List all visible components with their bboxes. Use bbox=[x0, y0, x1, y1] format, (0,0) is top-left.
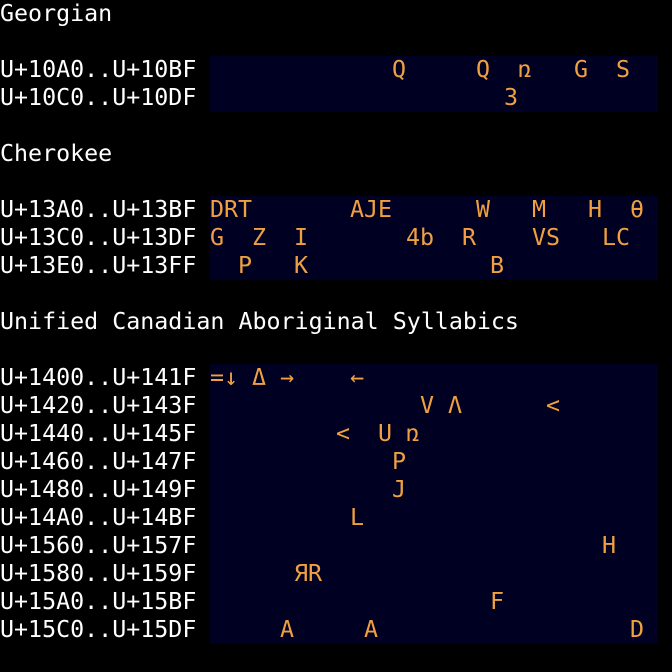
glyph-cell: G bbox=[210, 224, 225, 251]
codepoint-row: U+13E0..U+13FF P K B bbox=[0, 252, 672, 280]
glyph-cells: L bbox=[210, 504, 658, 532]
glyph-cell: Z bbox=[252, 224, 267, 251]
glyph-cells: Q Qռ GS bbox=[210, 56, 658, 84]
glyph-cell: I bbox=[294, 224, 309, 251]
glyph-cell: ← bbox=[350, 364, 365, 391]
codepoint-row: U+13C0..U+13DF G Z I 4 b R V S L C bbox=[0, 224, 672, 252]
codepoint-range-label: U+13C0..U+13DF bbox=[0, 224, 197, 251]
codepoint-range-label: U+1560..U+157F bbox=[0, 532, 197, 559]
codepoint-row: U+1420..U+143F V Λ < bbox=[0, 392, 672, 420]
glyph-cell: = bbox=[210, 364, 225, 391]
glyph-cell: < bbox=[546, 392, 561, 419]
codepoint-row: U+1400..U+141F = ↓ Δ → ← bbox=[0, 364, 672, 392]
glyph-cell: W bbox=[476, 196, 491, 223]
codepoint-range-label: U+10A0..U+10BF bbox=[0, 56, 197, 83]
glyph-cell: H bbox=[588, 196, 603, 223]
glyph-cell: B bbox=[490, 252, 505, 279]
glyph-cells: GZI 4bR VS LC bbox=[210, 224, 658, 252]
glyph-cell: b bbox=[420, 224, 435, 251]
glyph-cells: 3 bbox=[210, 84, 658, 112]
glyph-cell: 3 bbox=[504, 84, 519, 111]
glyph-cell: H bbox=[602, 532, 617, 559]
glyph-cell: 4 bbox=[406, 224, 421, 251]
codepoint-range-label: U+13A0..U+13BF bbox=[0, 196, 197, 223]
codepoint-range-label: U+1440..U+145F bbox=[0, 420, 197, 447]
codepoint-range-label: U+15A0..U+15BF bbox=[0, 588, 197, 615]
glyph-cells: DRT AJE W M Hθ bbox=[210, 196, 658, 224]
codepoint-range-label: U+13E0..U+13FF bbox=[0, 252, 197, 279]
glyph-cell: L bbox=[350, 504, 365, 531]
codepoint-row: U+15A0..U+15BF F bbox=[0, 588, 672, 616]
glyph-cell: K bbox=[294, 252, 309, 279]
glyph-cell: Я bbox=[294, 560, 309, 587]
codepoint-range-label: U+14A0..U+14BF bbox=[0, 504, 197, 531]
glyph-cells: P bbox=[210, 448, 658, 476]
glyph-cell: T bbox=[238, 196, 253, 223]
glyph-cell: J bbox=[392, 476, 407, 503]
codepoint-row: U+1580..U+159F Я R bbox=[0, 560, 672, 588]
glyph-cells: < Uռ bbox=[210, 420, 658, 448]
glyph-cells: F bbox=[210, 588, 658, 616]
glyph-cell: Δ bbox=[252, 364, 267, 391]
glyph-cells: J bbox=[210, 476, 658, 504]
codepoint-row: U+13A0..U+13BF D R T A J E W M Hθ bbox=[0, 196, 672, 224]
block-title: Unified Canadian Aboriginal Syllabics bbox=[0, 308, 519, 335]
codepoint-range-label: U+10C0..U+10DF bbox=[0, 84, 197, 111]
glyph-cell: C bbox=[616, 224, 631, 251]
block-title: Cherokee bbox=[0, 140, 113, 167]
codepoint-range-label: U+1420..U+143F bbox=[0, 392, 197, 419]
glyph-cell: R bbox=[224, 196, 239, 223]
glyph-cell: S bbox=[616, 56, 631, 83]
glyph-cell: U bbox=[378, 420, 393, 447]
glyph-cell: < bbox=[336, 420, 351, 447]
codepoint-row: U+14A0..U+14BF L bbox=[0, 504, 672, 532]
codepoint-row: U+15C0..U+15DF A A D bbox=[0, 616, 672, 644]
glyph-cells: H bbox=[210, 532, 658, 560]
glyph-cell: A bbox=[350, 196, 365, 223]
glyph-cell: G bbox=[574, 56, 589, 83]
glyph-cell: D bbox=[630, 616, 645, 643]
glyph-cell: Q bbox=[476, 56, 491, 83]
glyph-cell: A bbox=[280, 616, 295, 643]
glyph-cell: ռ bbox=[406, 420, 421, 447]
glyph-cell: ↓ bbox=[224, 364, 239, 391]
codepoint-range-label: U+15C0..U+15DF bbox=[0, 616, 197, 643]
codepoint-row: U+1560..U+157F H bbox=[0, 532, 672, 560]
glyph-cell: → bbox=[280, 364, 295, 391]
glyph-cell: J bbox=[364, 196, 379, 223]
glyph-cell: V bbox=[532, 224, 547, 251]
codepoint-range-label: U+1460..U+147F bbox=[0, 448, 197, 475]
glyph-cell: F bbox=[490, 588, 505, 615]
codepoint-row: U+1480..U+149F J bbox=[0, 476, 672, 504]
glyph-cell: E bbox=[378, 196, 393, 223]
glyph-cell: L bbox=[602, 224, 617, 251]
glyph-cell: S bbox=[546, 224, 561, 251]
glyph-cells: V Λ < bbox=[210, 392, 658, 420]
glyph-cell: P bbox=[238, 252, 253, 279]
glyph-cells: AAD bbox=[210, 616, 658, 644]
glyph-cell: ռ bbox=[518, 56, 533, 83]
glyph-cells: PKB bbox=[210, 252, 658, 280]
codepoint-row: U+1460..U+147F P bbox=[0, 448, 672, 476]
glyph-cell: A bbox=[364, 616, 379, 643]
glyph-cell: P bbox=[392, 448, 407, 475]
unicode-block-table: Georgian U+10A0..U+10BF Q Qռ G S U+10C0..U+10D… bbox=[0, 0, 672, 672]
glyph-cells: ЯR bbox=[210, 560, 658, 588]
codepoint-row: U+10C0..U+10DF 3 bbox=[0, 84, 672, 112]
codepoint-range-label: U+1400..U+141F bbox=[0, 364, 197, 391]
codepoint-range-label: U+1480..U+149F bbox=[0, 476, 197, 503]
glyph-cell: V bbox=[420, 392, 435, 419]
glyph-cell: Λ bbox=[448, 392, 463, 419]
glyph-cell: R bbox=[308, 560, 323, 587]
glyph-cell: R bbox=[462, 224, 477, 251]
glyph-cell: θ bbox=[630, 196, 645, 223]
codepoint-row: U+10A0..U+10BF Q Qռ G S bbox=[0, 56, 672, 84]
glyph-cells: = ↓ Δ → ← bbox=[210, 364, 658, 392]
glyph-cell: M bbox=[532, 196, 547, 223]
block-title: Georgian bbox=[0, 0, 113, 27]
glyph-cell: Q bbox=[392, 56, 407, 83]
glyph-cell: D bbox=[210, 196, 225, 223]
codepoint-range-label: U+1580..U+159F bbox=[0, 560, 197, 587]
codepoint-row: U+1440..U+145F < Uռ bbox=[0, 420, 672, 448]
